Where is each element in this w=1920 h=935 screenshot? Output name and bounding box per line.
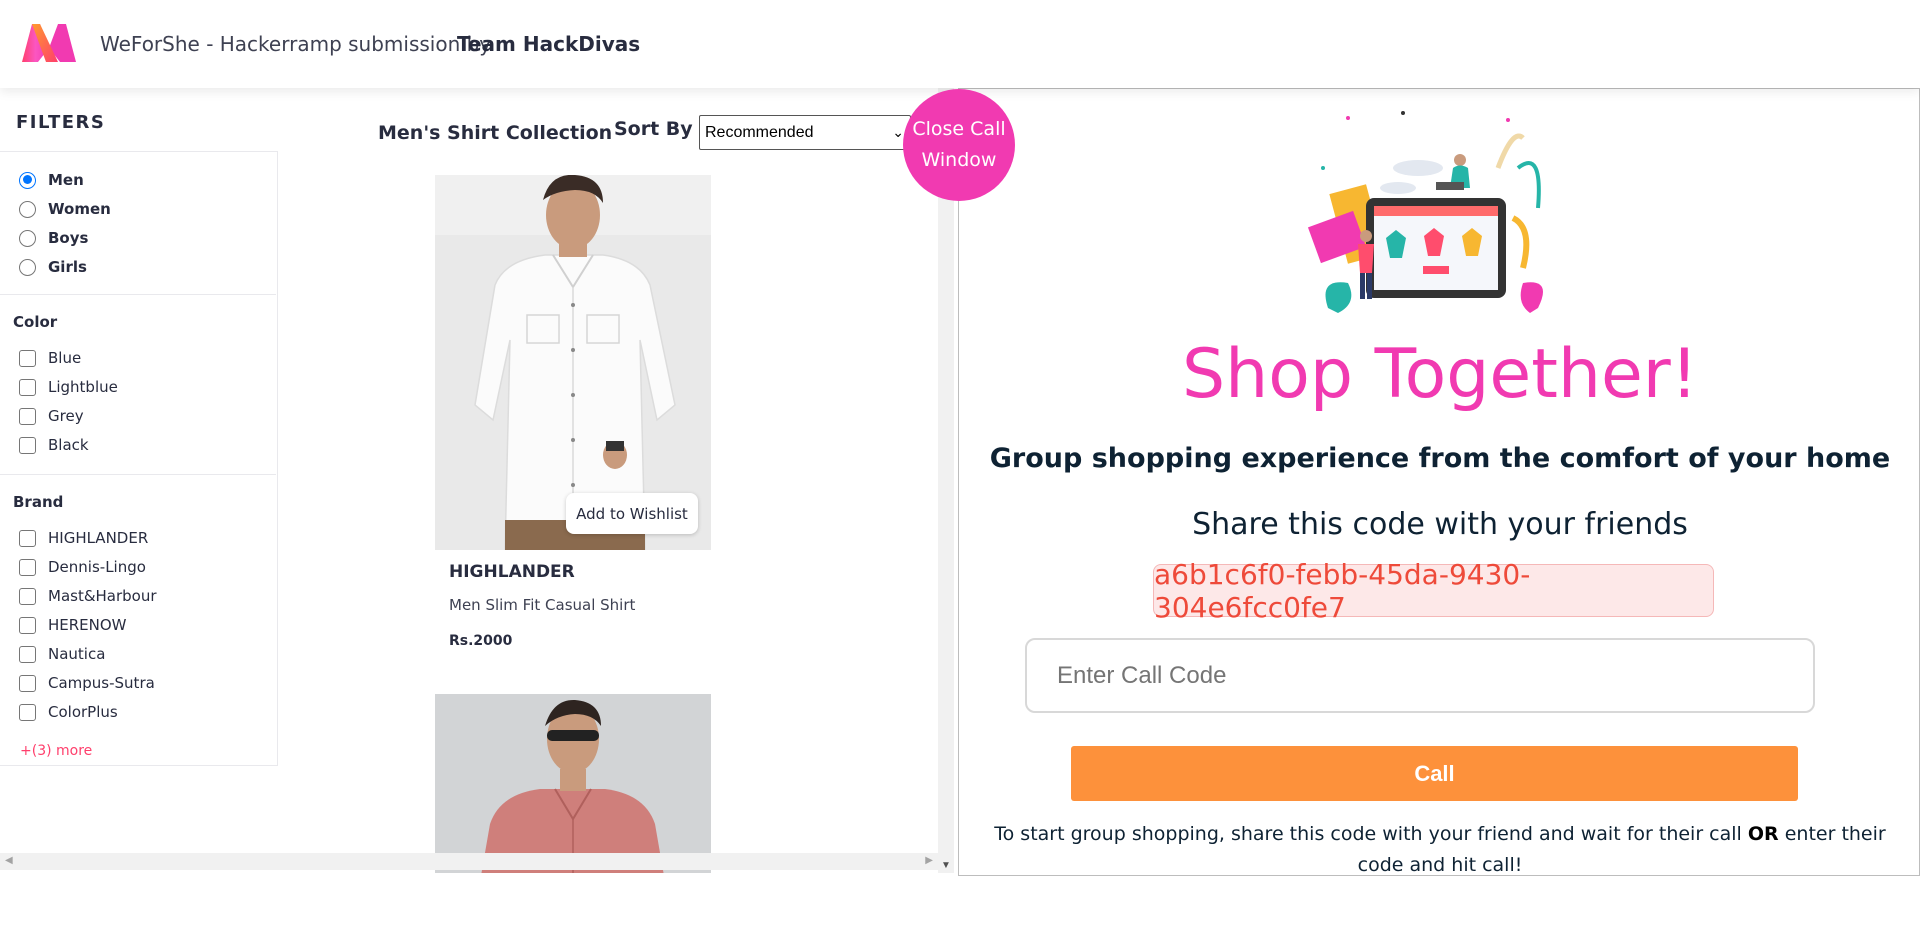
product-price: Rs.2000 xyxy=(449,633,513,649)
checkbox[interactable] xyxy=(19,703,36,721)
instructions-part1: To start group shopping, share this code… xyxy=(994,823,1742,845)
vertical-scrollbar[interactable]: ▼ xyxy=(938,88,954,873)
shop-together-title: Shop Together! xyxy=(1181,335,1699,414)
color-label: Black xyxy=(48,436,89,454)
instructions-or: OR xyxy=(1747,823,1779,845)
horizontal-scrollbar[interactable]: ◀ ▶ xyxy=(0,853,938,870)
brand-label: Mast&Harbour xyxy=(48,587,157,605)
sort-label: Sort By : xyxy=(614,118,707,140)
brand-label: Dennis-Lingo xyxy=(48,558,146,576)
header-team-name: Team HackDivas xyxy=(457,32,641,56)
checkbox[interactable] xyxy=(19,349,36,367)
brand-label: HERENOW xyxy=(48,616,127,634)
instructions-text: To start group shopping, share this code… xyxy=(969,819,1911,881)
brand-label: HIGHLANDER xyxy=(48,529,149,547)
checkbox[interactable] xyxy=(19,407,36,425)
brand-option[interactable]: HERENOW xyxy=(19,614,127,636)
product-image[interactable]: Add to Wishlist xyxy=(435,175,711,550)
checkbox[interactable] xyxy=(19,529,36,547)
close-call-label-line1: Close Call xyxy=(912,118,1006,140)
checkbox[interactable] xyxy=(19,587,36,605)
close-call-window-button[interactable]: Close Call Window xyxy=(903,89,1015,201)
add-to-wishlist-button[interactable]: Add to Wishlist xyxy=(566,493,698,534)
product-listing-pane: FILTERS Men Women Boys Girls Color Blue … xyxy=(0,88,938,873)
brand-label: Campus-Sutra xyxy=(48,674,155,692)
brand-option[interactable]: Dennis-Lingo xyxy=(19,556,146,578)
more-brands-link[interactable]: +(3) more xyxy=(20,743,92,759)
color-label: Lightblue xyxy=(48,378,118,396)
call-button[interactable]: Call xyxy=(1071,746,1798,801)
tagline: Group shopping experience from the comfo… xyxy=(989,443,1891,474)
scroll-left-arrow-icon[interactable]: ◀ xyxy=(5,855,13,866)
color-option[interactable]: Grey xyxy=(19,405,84,427)
brand-filter-title: Brand xyxy=(13,493,64,511)
gender-label: Boys xyxy=(48,229,89,247)
sort-selected-value: Recommended xyxy=(705,123,814,141)
close-call-label-line2: Window xyxy=(921,149,997,171)
product-name: Men Slim Fit Casual Shirt xyxy=(449,596,636,614)
gender-label: Men xyxy=(48,171,84,189)
scroll-down-arrow-icon[interactable]: ▼ xyxy=(941,860,951,871)
brand-option[interactable]: Nautica xyxy=(19,643,105,665)
color-option[interactable]: Black xyxy=(19,434,89,456)
checkbox[interactable] xyxy=(19,436,36,454)
chevron-down-icon: ⌄ xyxy=(892,124,904,140)
filter-panel: Men Women Boys Girls Color Blue Lightblu… xyxy=(0,151,278,766)
color-label: Grey xyxy=(48,407,84,425)
radio-women[interactable] xyxy=(19,200,36,218)
brand-option[interactable]: Mast&Harbour xyxy=(19,585,157,607)
checkbox[interactable] xyxy=(19,674,36,692)
collection-title: Men's Shirt Collection xyxy=(378,122,613,144)
share-code-text: Share this code with your friends xyxy=(1192,507,1688,542)
color-option[interactable]: Blue xyxy=(19,347,81,369)
gender-option-boys[interactable]: Boys xyxy=(19,227,88,249)
color-filter-title: Color xyxy=(13,313,58,331)
color-filter: Color Blue Lightblue Grey Black xyxy=(0,295,276,475)
top-header: WeForShe - Hackerramp submission by Team… xyxy=(0,0,1920,88)
product-image[interactable] xyxy=(435,694,711,873)
color-option[interactable]: Lightblue xyxy=(19,376,118,398)
brand-option[interactable]: HIGHLANDER xyxy=(19,527,148,549)
gender-option-women[interactable]: Women xyxy=(19,198,111,220)
checkbox[interactable] xyxy=(19,645,36,663)
myntra-logo-icon[interactable] xyxy=(18,20,80,64)
gender-option-girls[interactable]: Girls xyxy=(19,256,87,278)
call-code-input[interactable] xyxy=(1025,638,1815,713)
sort-select[interactable]: Recommended ⌄ xyxy=(699,115,911,150)
checkbox[interactable] xyxy=(19,558,36,576)
checkbox[interactable] xyxy=(19,378,36,396)
brand-filter: Brand HIGHLANDER Dennis-Lingo Mast&Harbo… xyxy=(0,475,276,767)
app-root: WeForShe - Hackerramp submission by Team… xyxy=(0,0,1920,935)
gender-label: Girls xyxy=(48,258,87,276)
shopping-illustration-icon xyxy=(1308,111,1543,313)
color-label: Blue xyxy=(48,349,82,367)
gender-option-men[interactable]: Men xyxy=(19,169,84,191)
brand-option[interactable]: ColorPlus xyxy=(19,701,118,723)
product-brand: HIGHLANDER xyxy=(449,562,575,582)
brand-label: ColorPlus xyxy=(48,703,118,721)
brand-label: Nautica xyxy=(48,645,106,663)
model-pink-shirt-image xyxy=(435,694,711,873)
radio-boys[interactable] xyxy=(19,229,36,247)
checkbox[interactable] xyxy=(19,616,36,634)
product-card[interactable]: Add to Wishlist HIGHLANDER Men Slim Fit … xyxy=(435,175,711,649)
gender-label: Women xyxy=(48,200,111,218)
header-title: WeForShe - Hackerramp submission by xyxy=(100,32,492,56)
scroll-right-arrow-icon[interactable]: ▶ xyxy=(925,855,933,866)
brand-option[interactable]: Campus-Sutra xyxy=(19,672,155,694)
filters-heading: FILTERS xyxy=(16,112,106,133)
radio-girls[interactable] xyxy=(19,258,36,276)
call-code-badge[interactable]: a6b1c6f0-febb-45da-9430-304e6fcc0fe7 xyxy=(1153,558,1714,624)
radio-men[interactable] xyxy=(19,171,36,189)
gender-filter: Men Women Boys Girls xyxy=(0,152,276,295)
